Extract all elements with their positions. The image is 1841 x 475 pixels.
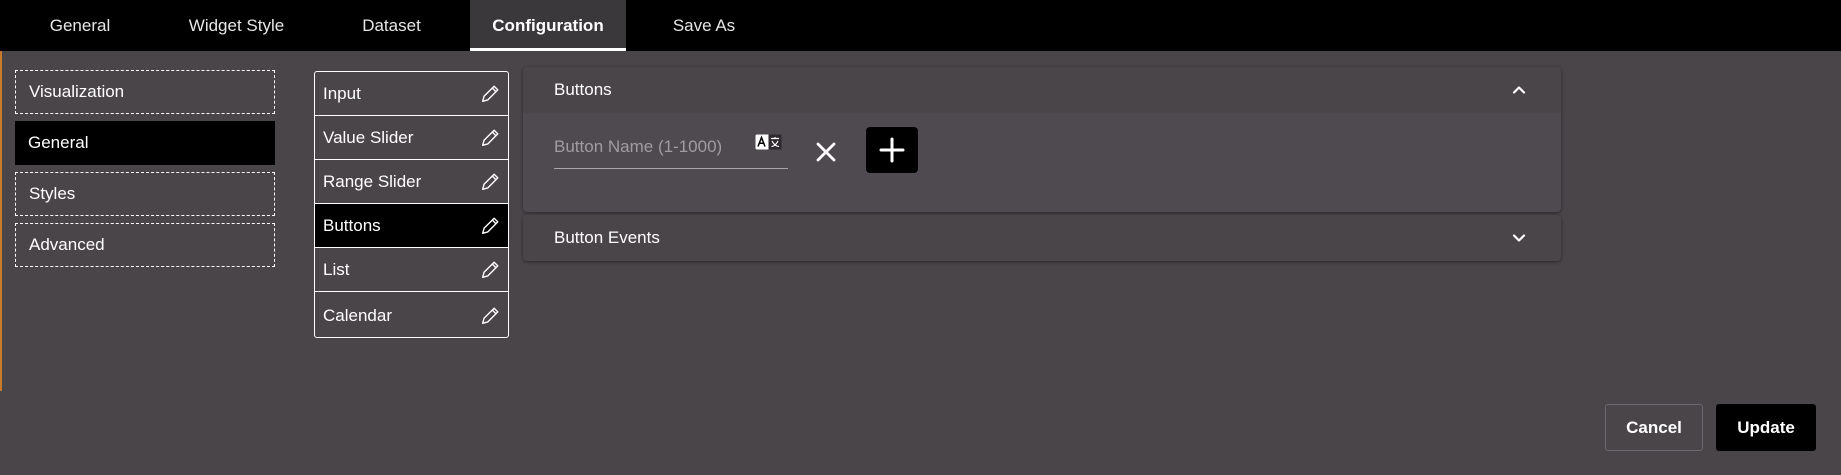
component-item-range-slider[interactable]: Range Slider xyxy=(315,160,508,204)
pencil-icon[interactable] xyxy=(479,127,501,149)
component-item-label: Calendar xyxy=(323,305,392,325)
button-name-input[interactable] xyxy=(554,129,750,165)
component-list: Input Value Slider Range Slider Buttons … xyxy=(314,71,509,338)
buttons-panel-title: Buttons xyxy=(554,80,612,99)
close-icon[interactable] xyxy=(814,140,838,164)
left-edge-accent xyxy=(0,51,2,391)
button-events-panel-header[interactable]: Button Events xyxy=(523,215,1561,261)
pencil-icon[interactable] xyxy=(479,83,501,105)
sidebar-item-general[interactable]: General xyxy=(15,121,275,165)
chevron-up-icon[interactable] xyxy=(1511,82,1527,98)
sidebar-item-styles[interactable]: Styles xyxy=(15,172,275,216)
component-item-label: Buttons xyxy=(323,215,381,235)
cancel-button[interactable]: Cancel xyxy=(1605,404,1703,451)
top-tab-bar: General Widget Style Dataset Configurati… xyxy=(0,0,1841,51)
pencil-icon[interactable] xyxy=(479,171,501,193)
component-item-calendar[interactable]: Calendar xyxy=(315,292,508,337)
component-item-label: Value Slider xyxy=(323,127,414,147)
translate-icon[interactable] xyxy=(755,134,782,150)
button-events-panel-title: Button Events xyxy=(554,228,660,247)
pencil-icon[interactable] xyxy=(479,305,501,327)
pencil-icon[interactable] xyxy=(479,215,501,237)
tab-configuration[interactable]: Configuration xyxy=(470,0,626,51)
pencil-icon[interactable] xyxy=(479,259,501,281)
component-item-buttons[interactable]: Buttons xyxy=(315,204,508,248)
buttons-panel-header[interactable]: Buttons xyxy=(523,67,1561,113)
update-button[interactable]: Update xyxy=(1716,404,1816,451)
component-item-value-slider[interactable]: Value Slider xyxy=(315,116,508,160)
component-item-list[interactable]: List xyxy=(315,248,508,292)
tab-widget-style[interactable]: Widget Style xyxy=(160,0,313,51)
button-name-field xyxy=(554,129,788,169)
component-item-label: Input xyxy=(323,83,361,103)
component-item-label: List xyxy=(323,259,350,279)
tab-general[interactable]: General xyxy=(0,0,160,51)
component-item-input[interactable]: Input xyxy=(315,72,508,116)
plus-icon xyxy=(879,137,905,163)
tab-dataset[interactable]: Dataset xyxy=(313,0,470,51)
chevron-down-icon[interactable] xyxy=(1511,230,1527,246)
component-item-label: Range Slider xyxy=(323,171,422,191)
tab-save-as[interactable]: Save As xyxy=(626,0,782,51)
buttons-panel: Buttons xyxy=(523,67,1561,212)
configuration-editor: General Widget Style Dataset Configurati… xyxy=(0,0,1841,475)
button-events-panel: Button Events xyxy=(523,215,1561,261)
sidebar-item-visualization[interactable]: Visualization xyxy=(15,70,275,114)
add-button[interactable] xyxy=(866,127,918,173)
sidebar-item-advanced[interactable]: Advanced xyxy=(15,223,275,267)
